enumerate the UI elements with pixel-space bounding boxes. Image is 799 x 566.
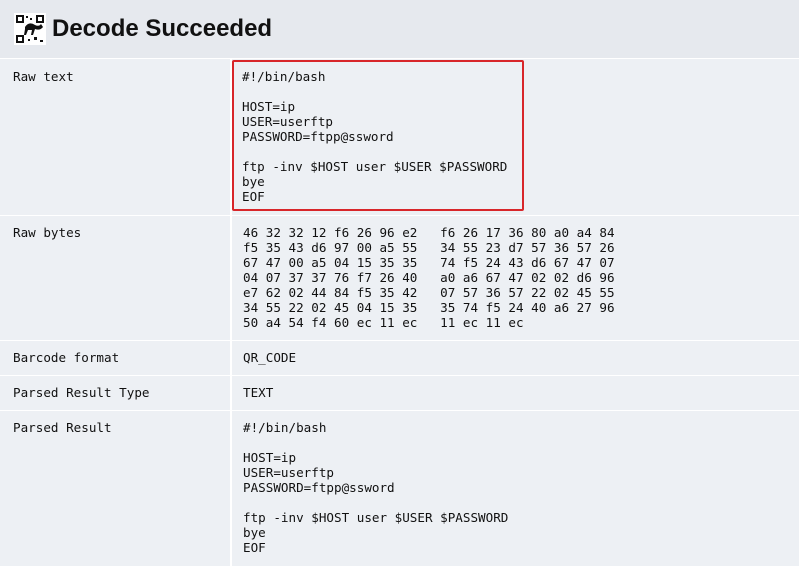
row-value: TEXT bbox=[232, 375, 799, 410]
raw-text-highlight-box: #!/bin/bash HOST=ip USER=userftp PASSWOR… bbox=[232, 60, 524, 211]
result-row-barcode-format: Barcode format QR_CODE bbox=[0, 340, 799, 375]
page-title: Decode Succeeded bbox=[52, 15, 273, 42]
raw-text-value[interactable]: #!/bin/bash HOST=ip USER=userftp PASSWOR… bbox=[242, 69, 514, 204]
row-value: #!/bin/bash HOST=ip USER=userftp PASSWOR… bbox=[232, 58, 799, 215]
row-key: Raw text bbox=[0, 58, 232, 215]
row-key: Barcode format bbox=[0, 340, 232, 375]
row-key: Parsed Result Type bbox=[0, 375, 232, 410]
raw-bytes-value[interactable]: 46 32 32 12 f6 26 96 e2 f6 26 17 36 80 a… bbox=[243, 225, 799, 330]
result-row-raw-text: Raw text #!/bin/bash HOST=ip USER=userft… bbox=[0, 58, 799, 215]
result-row-parsed-result: Parsed Result #!/bin/bash HOST=ip USER=u… bbox=[0, 410, 799, 566]
parsed-result-value[interactable]: #!/bin/bash HOST=ip USER=userftp PASSWOR… bbox=[243, 420, 799, 555]
row-key: Raw bytes bbox=[0, 215, 232, 340]
result-row-raw-bytes: Raw bytes 46 32 32 12 f6 26 96 e2 f6 26 … bbox=[0, 215, 799, 340]
row-value: 46 32 32 12 f6 26 96 e2 f6 26 17 36 80 a… bbox=[232, 215, 799, 340]
row-value: #!/bin/bash HOST=ip USER=userftp PASSWOR… bbox=[232, 410, 799, 566]
row-value: QR_CODE bbox=[232, 340, 799, 375]
barcode-format-value[interactable]: QR_CODE bbox=[243, 350, 799, 365]
page-header: Decode Succeeded bbox=[0, 0, 799, 58]
row-key: Parsed Result bbox=[0, 410, 232, 566]
decode-results-table: Raw text #!/bin/bash HOST=ip USER=userft… bbox=[0, 58, 799, 566]
zxing-qr-logo-icon bbox=[14, 13, 46, 45]
parsed-result-type-value[interactable]: TEXT bbox=[243, 385, 799, 400]
result-row-parsed-result-type: Parsed Result Type TEXT bbox=[0, 375, 799, 410]
